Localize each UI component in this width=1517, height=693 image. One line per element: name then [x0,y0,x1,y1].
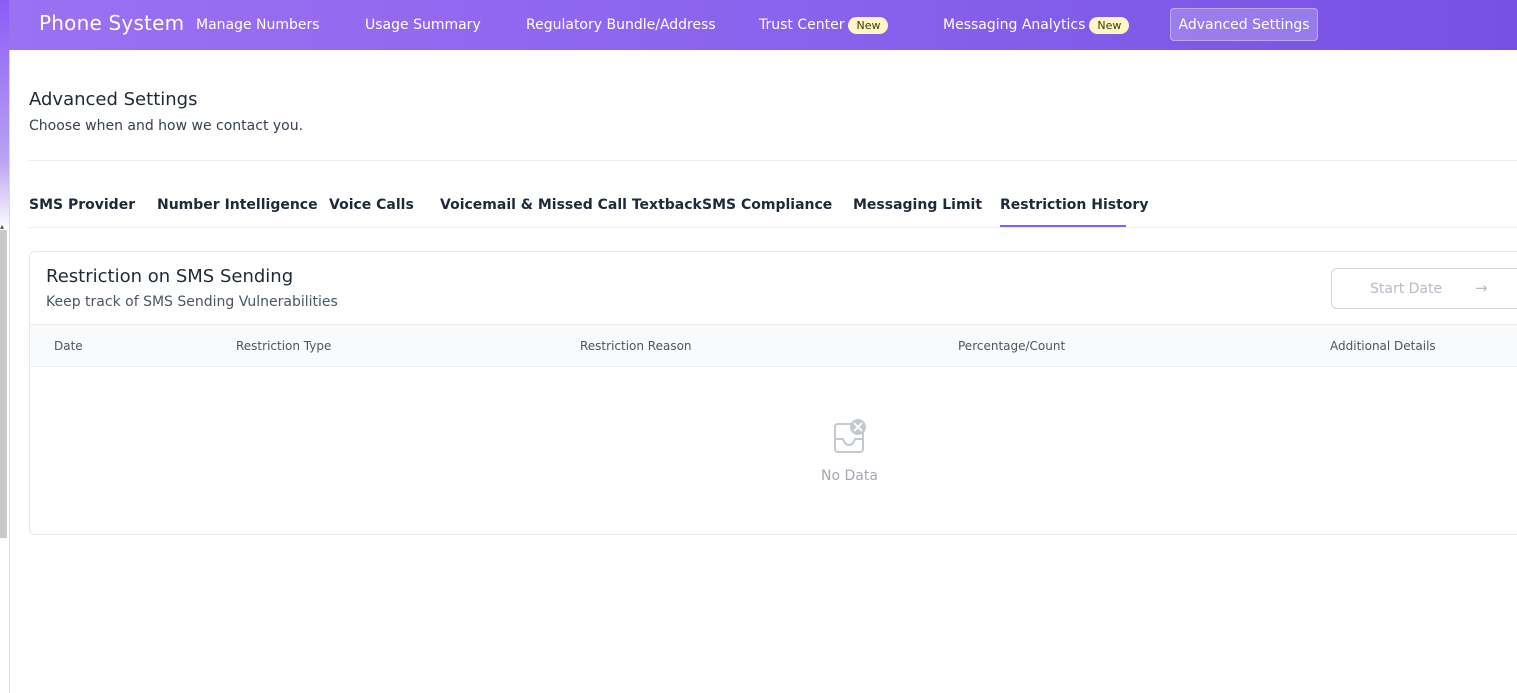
tab-restriction-history[interactable]: Restriction History [1000,197,1148,213]
restriction-card: Restriction on SMS Sending Keep track of… [29,251,1517,535]
settings-tabs: SMS Provider Number Intelligence Voice C… [29,190,1517,228]
nav-usage-summary[interactable]: Usage Summary [365,0,481,50]
tab-voice-calls[interactable]: Voice Calls [329,197,414,213]
card-title: Restriction on SMS Sending [46,266,294,287]
table-header: Date Restriction Type Restriction Reason… [30,324,1517,367]
page-title: Advanced Settings [29,89,198,110]
page-subtitle: Choose when and how we contact you. [29,118,304,134]
nav-label: Regulatory Bundle/Address [526,17,716,33]
nav-messaging-analytics[interactable]: Messaging Analytics New [943,0,1130,50]
nav-trust-center[interactable]: Trust Center New [759,0,889,50]
section-divider [29,160,1517,161]
nav-label: Manage Numbers [196,17,320,33]
column-header-restriction-type[interactable]: Restriction Type [236,339,331,353]
active-tab-indicator [1000,225,1126,227]
column-header-restriction-reason[interactable]: Restriction Reason [580,339,692,353]
scrollbar-thumb[interactable] [0,230,7,538]
left-edge-strip: ▴ [0,0,10,693]
column-header-percentage-count[interactable]: Percentage/Count [958,339,1065,353]
column-header-date[interactable]: Date [54,339,83,353]
tab-messaging-limit[interactable]: Messaging Limit [853,197,982,213]
nav-advanced-settings[interactable]: Advanced Settings [1170,8,1318,41]
nav-manage-numbers[interactable]: Manage Numbers [196,0,320,50]
nav-label: Usage Summary [365,17,481,33]
arrow-right-icon: → [1475,279,1488,297]
tab-sms-compliance[interactable]: SMS Compliance [702,197,832,213]
tab-voicemail-missed-call[interactable]: Voicemail & Missed Call Textback [440,197,702,213]
tab-sms-provider[interactable]: SMS Provider [29,197,135,213]
nav-regulatory-bundle[interactable]: Regulatory Bundle/Address [526,0,716,50]
top-navigation-bar: Phone System Manage Numbers Usage Summar… [9,0,1517,50]
nav-label: Messaging Analytics [943,17,1086,33]
card-subtitle: Keep track of SMS Sending Vulnerabilitie… [46,294,338,310]
start-date-placeholder[interactable]: Start Date [1370,281,1442,297]
new-badge: New [1089,16,1130,34]
left-edge-gradient [0,0,9,230]
new-badge: New [848,16,889,34]
tab-number-intelligence[interactable]: Number Intelligence [157,197,318,213]
empty-state-text: No Data [821,468,878,484]
empty-inbox-icon [833,418,867,454]
date-range-picker[interactable]: Start Date → [1331,268,1517,309]
column-header-additional-details[interactable]: Additional Details [1330,339,1436,353]
nav-label: Advanced Settings [1178,16,1310,33]
nav-label: Trust Center [759,17,845,33]
app-brand: Phone System [39,11,185,35]
